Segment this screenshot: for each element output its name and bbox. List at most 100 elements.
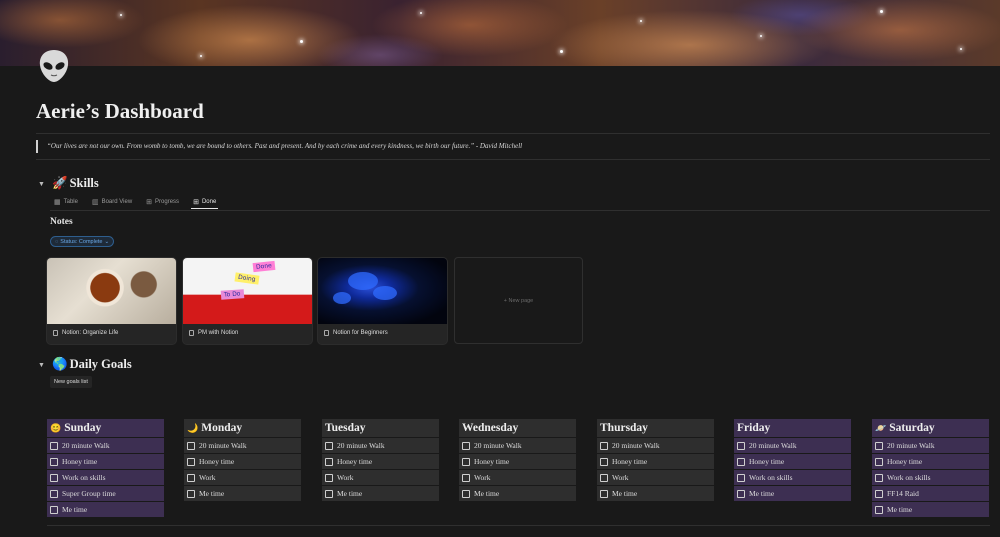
todo-item[interactable]: Me time (184, 485, 301, 501)
todo-item[interactable]: 20 minute Walk (734, 437, 851, 453)
page-title[interactable]: Aerie’s Dashboard (36, 99, 204, 124)
gallery-card[interactable]: Notion: Organize Life (47, 258, 176, 344)
todo-item[interactable]: 20 minute Walk (47, 437, 164, 453)
daily-goals-heading[interactable]: ▼ 🌎 Daily Goals (38, 357, 132, 372)
todo-item[interactable]: Work (184, 469, 301, 485)
day-name: Friday (737, 422, 771, 434)
alien-icon[interactable] (36, 48, 72, 84)
checkbox[interactable] (50, 505, 58, 514)
checkbox[interactable] (187, 441, 195, 450)
tab-table[interactable]: ▦ Table (52, 195, 80, 209)
tab-done[interactable]: ⊞ Done (191, 195, 219, 209)
day-name: Tuesday (325, 422, 366, 434)
tab-progress[interactable]: ⊞ Progress (144, 195, 181, 209)
checkbox[interactable] (875, 505, 883, 514)
todo-item[interactable]: Honey time (459, 453, 576, 469)
checkbox[interactable] (462, 473, 470, 482)
cover-image[interactable] (0, 0, 1000, 66)
skills-heading[interactable]: ▼ 🚀 Skills (38, 176, 99, 191)
checkbox[interactable] (50, 489, 58, 498)
checkbox[interactable] (600, 457, 608, 466)
todo-item[interactable]: Honey time (184, 453, 301, 469)
todo-item[interactable]: 20 minute Walk (459, 437, 576, 453)
divider (36, 133, 990, 134)
toggle-arrow-icon[interactable]: ▼ (38, 180, 46, 188)
quote-block[interactable]: “Our lives are not our own. From womb to… (36, 140, 990, 153)
day-heading[interactable]: Thursday (597, 419, 714, 437)
checkbox[interactable] (875, 441, 883, 450)
day-heading[interactable]: Friday (734, 419, 851, 437)
day-column-tuesday[interactable]: Tuesday 20 minute Walk Honey time Work Me ti… (322, 419, 439, 501)
checkbox[interactable] (875, 457, 883, 466)
checkbox[interactable] (875, 473, 883, 482)
day-column-thursday[interactable]: Thursday 20 minute Walk Honey time Work Me t… (597, 419, 714, 501)
todo-item[interactable]: Me time (734, 485, 851, 501)
day-column-monday[interactable]: 🌙 Monday 20 minute Walk Honey time Work Me ti… (184, 419, 301, 501)
todo-item[interactable]: Honey time (47, 453, 164, 469)
todo-item[interactable]: 20 minute Walk (597, 437, 714, 453)
todo-item[interactable]: Work (459, 469, 576, 485)
todo-item[interactable]: Me time (47, 501, 164, 517)
day-heading[interactable]: Wednesday (459, 419, 576, 437)
checkbox[interactable] (187, 473, 195, 482)
day-heading[interactable]: 🌙 Monday (184, 419, 301, 437)
todo-item[interactable]: 20 minute Walk (184, 437, 301, 453)
day-heading[interactable]: 🪐 Saturday (872, 419, 989, 437)
todo-label: Me time (62, 505, 88, 514)
checkbox[interactable] (600, 489, 608, 498)
todo-item[interactable]: Me time (459, 485, 576, 501)
todo-item[interactable]: Work (322, 469, 439, 485)
todo-item[interactable]: Honey time (872, 453, 989, 469)
toggle-arrow-icon[interactable]: ▼ (38, 361, 46, 369)
checkbox[interactable] (737, 441, 745, 450)
checkbox[interactable] (325, 473, 333, 482)
checkbox[interactable] (737, 489, 745, 498)
tab-board-view[interactable]: ▥ Board View (90, 195, 134, 209)
day-column-saturday[interactable]: 🪐 Saturday 20 minute Walk Honey time Work on… (872, 419, 989, 517)
day-heading[interactable]: Tuesday (322, 419, 439, 437)
todo-item[interactable]: Me time (597, 485, 714, 501)
day-column-sunday[interactable]: 😊 Sunday 20 minute Walk Honey time Work on s… (47, 419, 164, 517)
day-column-friday[interactable]: Friday 20 minute Walk Honey time Work on sk… (734, 419, 851, 501)
checkbox[interactable] (600, 473, 608, 482)
todo-item[interactable]: Work on skills (734, 469, 851, 485)
todo-item[interactable]: Honey time (734, 453, 851, 469)
todo-label: Me time (887, 505, 913, 514)
checkbox[interactable] (325, 441, 333, 450)
todo-item[interactable]: Honey time (597, 453, 714, 469)
divider (47, 525, 990, 526)
notes-title[interactable]: Notes (50, 217, 73, 227)
todo-item[interactable]: 20 minute Walk (322, 437, 439, 453)
status-filter-chip[interactable]: ◌ Status: Complete ⌄ (50, 236, 115, 247)
todo-item[interactable]: Honey time (322, 453, 439, 469)
gallery-card[interactable]: Notion for Beginners (318, 258, 447, 344)
checkbox[interactable] (600, 441, 608, 450)
gallery-card[interactable]: Done Doing To Do PM with Notion (183, 258, 312, 344)
todo-item[interactable]: Me time (322, 485, 439, 501)
checkbox[interactable] (50, 473, 58, 482)
new-page-button[interactable]: + New page (454, 257, 583, 344)
checkbox[interactable] (737, 457, 745, 466)
checkbox[interactable] (462, 441, 470, 450)
checkbox[interactable] (187, 489, 195, 498)
day-heading[interactable]: 😊 Sunday (47, 419, 164, 437)
new-goals-list-button[interactable]: New goals list (50, 376, 92, 388)
todo-item[interactable]: FF14 Raid (872, 485, 989, 501)
todo-item[interactable]: Me time (872, 501, 989, 517)
checkbox[interactable] (462, 489, 470, 498)
sticky-note: Doing (234, 272, 260, 285)
checkbox[interactable] (325, 457, 333, 466)
todo-item[interactable]: 20 minute Walk (872, 437, 989, 453)
todo-item[interactable]: Super Group time (47, 485, 164, 501)
todo-item[interactable]: Work on skills (872, 469, 989, 485)
checkbox[interactable] (187, 457, 195, 466)
checkbox[interactable] (462, 457, 470, 466)
checkbox[interactable] (325, 489, 333, 498)
todo-item[interactable]: Work (597, 469, 714, 485)
checkbox[interactable] (50, 441, 58, 450)
todo-item[interactable]: Work on skills (47, 469, 164, 485)
checkbox[interactable] (50, 457, 58, 466)
day-column-wednesday[interactable]: Wednesday 20 minute Walk Honey time Work Me … (459, 419, 576, 501)
checkbox[interactable] (737, 473, 745, 482)
checkbox[interactable] (875, 489, 883, 498)
